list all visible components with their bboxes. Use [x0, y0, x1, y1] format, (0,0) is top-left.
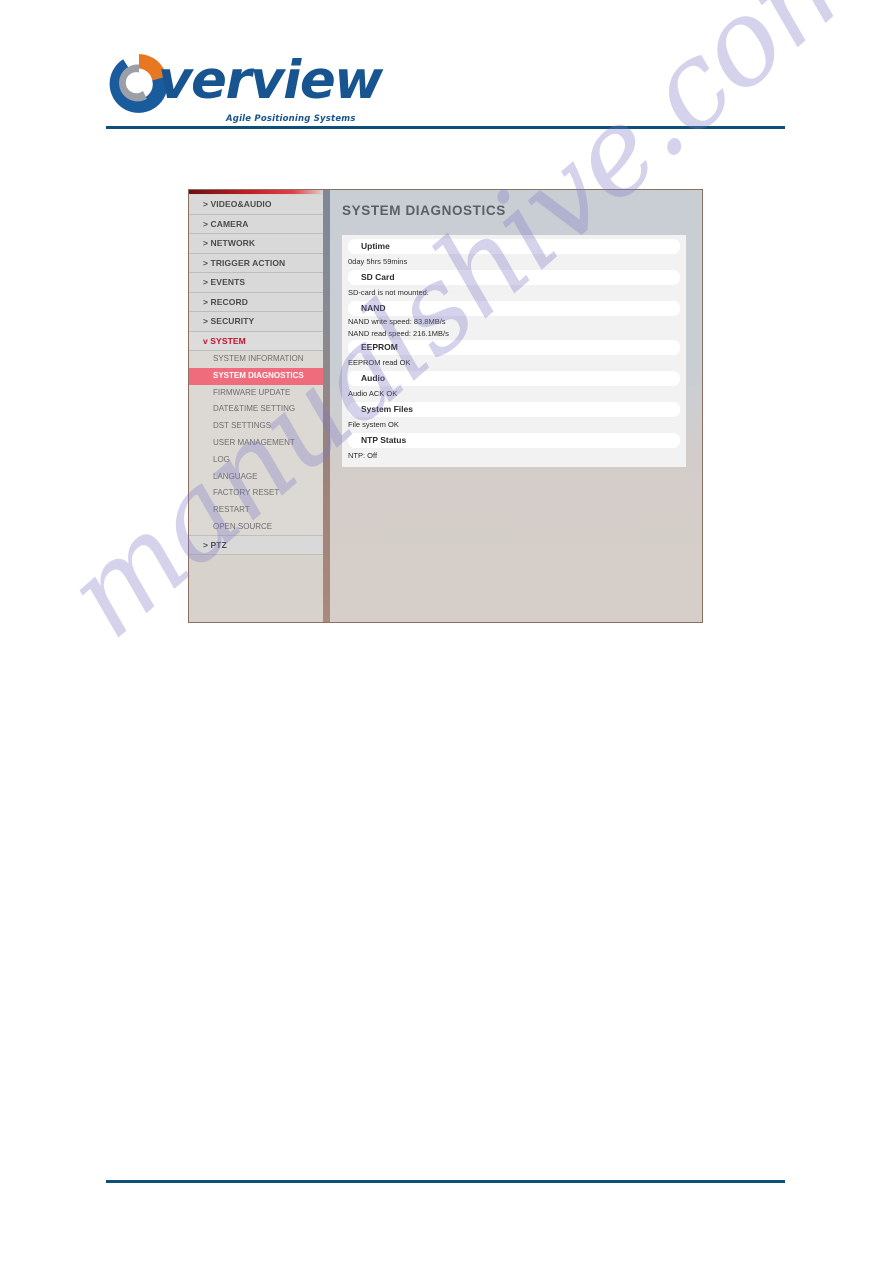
sidebar-subitem-firmware-update[interactable]: FIRMWARE UPDATE: [189, 384, 323, 402]
diagnostics-section-header-sd-card: SD Card: [348, 270, 680, 285]
diagnostics-value-system-files: File system OK: [348, 420, 399, 429]
sidebar-subitem-restart[interactable]: RESTART: [189, 502, 323, 519]
diagnostics-section-header-eeprom: EEPROM: [348, 340, 680, 355]
sidebar-item-video-audio[interactable]: > VIDEO&AUDIO: [189, 195, 323, 215]
sidebar-item-events[interactable]: > EVENTS: [189, 273, 323, 293]
sidebar-menu: > VIDEO&AUDIO > CAMERA > NETWORK > TRIGG…: [189, 195, 323, 556]
sidebar-item-camera[interactable]: > CAMERA: [189, 214, 323, 234]
diagnostics-value-nand-write-speed: NAND write speed: 83.8MB/s: [348, 317, 446, 326]
sidebar-subitem-system-information[interactable]: SYSTEM INFORMATION: [189, 351, 323, 368]
sidebar-subitem-system-diagnostics[interactable]: SYSTEM DIAGNOSTICS: [189, 367, 323, 385]
sidebar-item-trigger-action[interactable]: > TRIGGER ACTION: [189, 253, 323, 273]
camera-web-ui-screenshot: > VIDEO&AUDIO > CAMERA > NETWORK > TRIGG…: [188, 189, 703, 623]
diagnostics-value-ntp-status: NTP: Off: [348, 451, 378, 460]
logo-tagline: Agile Positioning Systems: [226, 114, 356, 124]
diagnostics-section-header-system-files: System Files: [348, 402, 680, 417]
header-rule: [106, 126, 785, 129]
footer-rule: [106, 1180, 785, 1183]
diagnostics-value-audio: Audio ACK OK: [348, 389, 398, 398]
sidebar-accent-bar: [189, 190, 323, 194]
content-area: SYSTEM DIAGNOSTICS Uptime 0day 5hrs 59mi…: [330, 190, 702, 622]
diagnostics-section-header-uptime: Uptime: [348, 239, 680, 254]
diagnostics-value-eeprom: EEPROM read OK: [348, 358, 411, 367]
diagnostics-section-header-nand: NAND: [348, 301, 680, 316]
sidebar-item-network[interactable]: > NETWORK: [189, 234, 323, 254]
sidebar-subitem-user-management[interactable]: USER MANAGEMENT: [189, 434, 323, 452]
sidebar-item-system[interactable]: v SYSTEM: [189, 331, 323, 351]
diagnostics-value-sd-card: SD-card is not mounted.: [348, 288, 429, 297]
sidebar-item-record[interactable]: > RECORD: [189, 292, 323, 312]
sidebar-content-divider: [323, 190, 330, 622]
sidebar-subitem-dst-settings[interactable]: DST SETTINGS: [189, 418, 323, 435]
sidebar-subitem-factory-reset[interactable]: FACTORY RESET: [189, 485, 323, 503]
sidebar-item-ptz[interactable]: > PTZ: [189, 535, 323, 556]
diagnostics-value-nand-read-speed: NAND read speed: 216.1MB/s: [348, 329, 449, 338]
sidebar-item-security[interactable]: > SECURITY: [189, 312, 323, 332]
logo-wordmark: verview: [158, 50, 383, 111]
sidebar: > VIDEO&AUDIO > CAMERA > NETWORK > TRIGG…: [189, 190, 323, 622]
sidebar-subitem-date-time-setting[interactable]: DATE&TIME SETTING: [189, 401, 323, 419]
diagnostics-panel: Uptime 0day 5hrs 59mins SD Card SD-card …: [342, 235, 686, 467]
sidebar-subitem-log[interactable]: LOG: [189, 451, 323, 469]
diagnostics-value-uptime: 0day 5hrs 59mins: [348, 257, 408, 266]
page-title: SYSTEM DIAGNOSTICS: [342, 203, 506, 218]
diagnostics-section-header-audio: Audio: [348, 371, 680, 386]
sidebar-subitem-open-source[interactable]: OPEN SOURCE: [189, 518, 323, 536]
diagnostics-section-header-ntp-status: NTP Status: [348, 433, 680, 448]
page-header: verview Agile Positioning Systems: [0, 0, 893, 140]
sidebar-subitem-language[interactable]: LANGUAGE: [189, 468, 323, 486]
brand-logo: verview Agile Positioning Systems: [106, 48, 406, 128]
